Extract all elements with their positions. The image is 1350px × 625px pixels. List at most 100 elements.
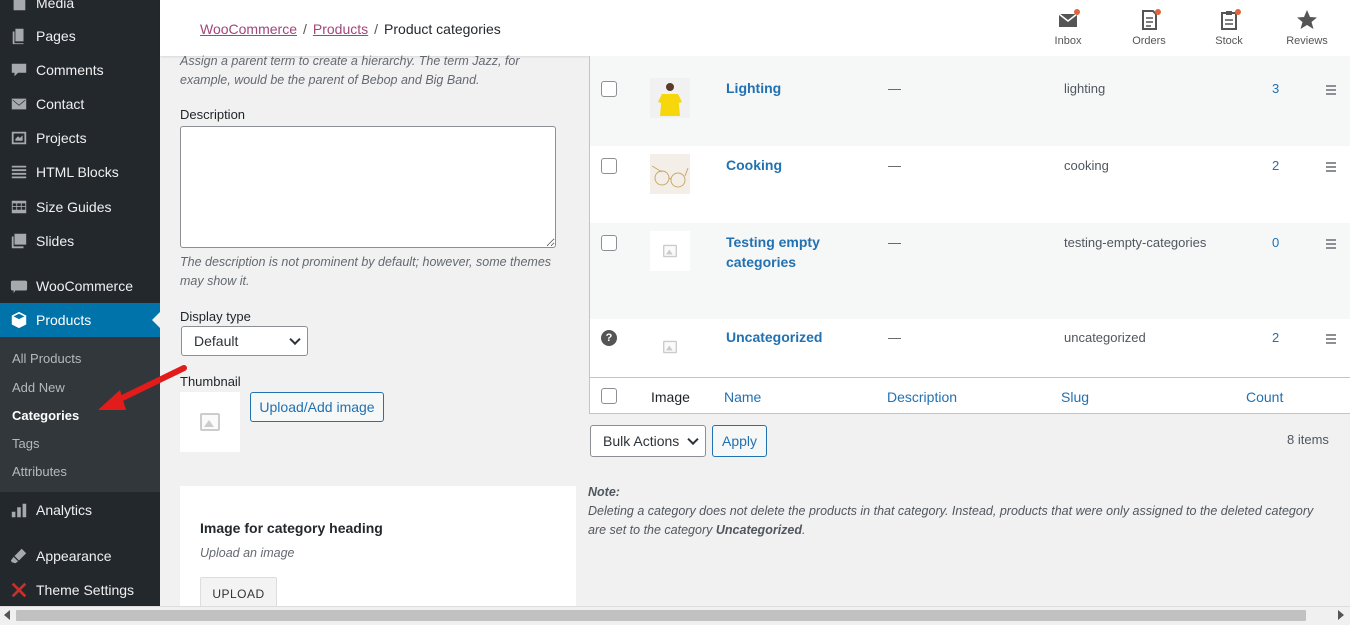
chevron-down-icon <box>289 333 301 346</box>
mail-icon <box>0 95 36 113</box>
menu-label: Projects <box>36 130 87 146</box>
menu-label: HTML Blocks <box>36 164 119 180</box>
table-icon <box>0 198 36 216</box>
category-name-link[interactable]: Uncategorized <box>726 327 846 347</box>
menu-label: Comments <box>36 62 104 78</box>
menu-pages[interactable]: Pages <box>0 20 160 52</box>
scroll-left-icon[interactable] <box>4 610 10 620</box>
orders-button[interactable]: Orders <box>1119 9 1179 47</box>
column-count[interactable]: Count <box>1246 389 1283 405</box>
parent-help-text: Assign a parent term to create a hierarc… <box>180 54 520 87</box>
menu-size-guides[interactable]: Size Guides <box>0 191 160 223</box>
category-thumbnail <box>650 154 690 194</box>
category-slug: uncategorized <box>1064 330 1146 345</box>
image-placeholder-icon <box>663 340 677 354</box>
menu-label: Contact <box>36 96 85 112</box>
menu-label: WooCommerce <box>36 278 133 294</box>
column-description[interactable]: Description <box>887 389 957 405</box>
menu-woocommerce[interactable]: WooCommerce <box>0 270 160 302</box>
menu-label: Appearance <box>36 548 112 564</box>
inbox-button[interactable]: Inbox <box>1038 9 1098 47</box>
stock-button[interactable]: Stock <box>1199 9 1259 47</box>
category-slug: lighting <box>1064 81 1106 96</box>
category-count-link[interactable]: 3 <box>1272 81 1279 96</box>
note-text: Deleting a category does not delete the … <box>588 502 1328 540</box>
column-slug[interactable]: Slug <box>1061 389 1089 405</box>
menu-label: Pages <box>36 28 76 44</box>
breadcrumb-products[interactable]: Products <box>313 21 368 37</box>
menu-analytics[interactable]: Analytics <box>0 494 160 526</box>
items-count: 8 items <box>1287 432 1329 447</box>
submenu-tags[interactable]: Tags <box>12 436 39 451</box>
category-count-link[interactable]: 0 <box>1272 235 1279 250</box>
menu-media[interactable]: Media <box>0 0 160 19</box>
menu-comments[interactable]: Comments <box>0 54 160 86</box>
menu-slides[interactable]: Slides <box>0 225 160 257</box>
drag-handle-icon[interactable] <box>1326 85 1336 97</box>
category-count-link[interactable]: 2 <box>1272 330 1279 345</box>
breadcrumb-current: Product categories <box>384 21 501 37</box>
row-checkbox[interactable] <box>601 158 617 174</box>
submenu-add-new[interactable]: Add New <box>12 380 65 395</box>
upload-add-image-button[interactable]: Upload/Add image <box>250 392 384 422</box>
menu-html-blocks[interactable]: HTML Blocks <box>0 156 160 188</box>
apply-button[interactable]: Apply <box>712 425 767 457</box>
display-type-select[interactable]: Default <box>181 326 308 356</box>
category-slug: testing-empty-categories <box>1064 235 1207 250</box>
category-thumbnail <box>650 78 690 118</box>
submenu-categories[interactable]: Categories <box>12 408 79 423</box>
submenu-attributes[interactable]: Attributes <box>12 464 67 479</box>
menu-products[interactable]: Products <box>0 303 160 337</box>
table-row: Testing empty categories — testing-empty… <box>589 223 1350 319</box>
blocks-icon <box>0 163 36 181</box>
menu-projects[interactable]: Projects <box>0 122 160 154</box>
note-body: Deleting a category does not delete the … <box>588 504 1314 537</box>
menu-label: Products <box>36 312 92 328</box>
horizontal-scrollbar[interactable] <box>0 606 1350 625</box>
category-name-link[interactable]: Lighting <box>726 78 846 98</box>
note-emphasis: Uncategorized <box>715 523 803 537</box>
scrollbar-thumb[interactable] <box>16 610 1306 621</box>
drag-handle-icon[interactable] <box>1326 334 1336 346</box>
menu-label: Slides <box>36 233 75 249</box>
star-icon <box>1297 10 1317 29</box>
row-checkbox[interactable] <box>601 81 617 97</box>
drag-handle-icon[interactable] <box>1326 239 1336 251</box>
menu-appearance[interactable]: Appearance <box>0 540 160 572</box>
inbox-label: Inbox <box>1054 35 1082 47</box>
thumbnail-image <box>650 78 690 118</box>
display-type-value: Default <box>194 333 239 349</box>
table-row: ? Uncategorized — uncategorized 2 <box>589 319 1350 377</box>
category-name-link[interactable]: Testing empty categories <box>726 232 846 272</box>
category-name-link[interactable]: Cooking <box>726 155 846 175</box>
notification-dot <box>1235 9 1241 15</box>
breadcrumb-woocommerce[interactable]: WooCommerce <box>200 21 297 37</box>
drag-handle-icon[interactable] <box>1326 162 1336 174</box>
bulk-actions-select[interactable]: Bulk Actions <box>590 425 706 457</box>
select-all-checkbox[interactable] <box>601 388 617 404</box>
menu-label: Theme Settings <box>36 582 135 598</box>
menu-theme-settings[interactable]: Theme Settings <box>0 574 160 606</box>
scroll-right-icon[interactable] <box>1338 610 1344 620</box>
column-name[interactable]: Name <box>724 389 761 405</box>
reviews-button[interactable]: Reviews <box>1277 9 1337 47</box>
woocommerce-icon <box>0 277 36 295</box>
submenu-all-products[interactable]: All Products <box>12 351 81 366</box>
stock-label: Stock <box>1215 35 1243 47</box>
notification-dot <box>1074 9 1080 15</box>
table-row: Cooking — cooking 2 <box>589 146 1350 223</box>
category-count-link[interactable]: 2 <box>1272 158 1279 173</box>
note-label: Note: <box>588 485 620 499</box>
row-checkbox[interactable] <box>601 235 617 251</box>
admin-sidebar: Media Pages Comments Contact Projects HT… <box>0 0 160 606</box>
image-placeholder-icon <box>663 244 677 258</box>
menu-contact[interactable]: Contact <box>0 88 160 120</box>
settings-icon <box>0 581 36 599</box>
menu-label: Analytics <box>36 502 93 518</box>
description-textarea[interactable] <box>180 126 556 248</box>
category-description: — <box>888 235 901 250</box>
menu-label: Size Guides <box>36 199 112 215</box>
image-placeholder-icon <box>200 413 220 431</box>
chevron-down-icon <box>687 433 699 446</box>
help-icon[interactable]: ? <box>601 330 617 346</box>
